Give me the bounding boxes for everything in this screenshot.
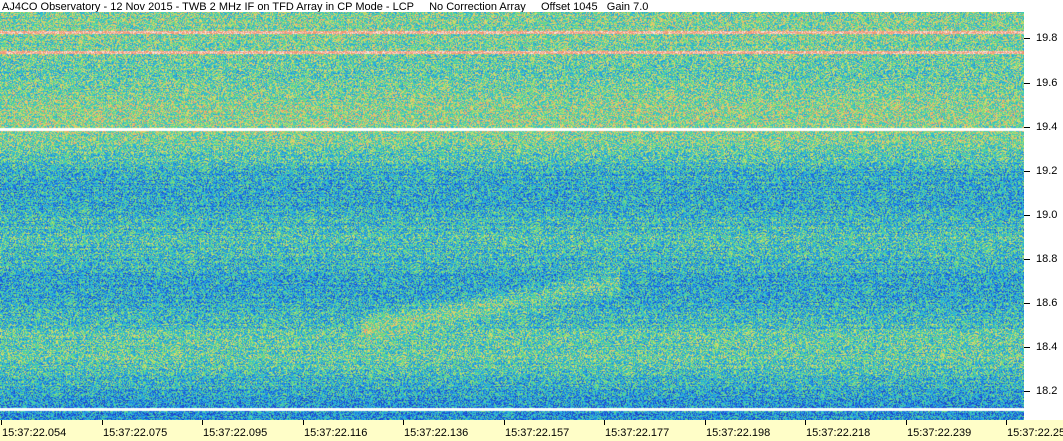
spectrogram-plot <box>0 12 1024 420</box>
x-tick <box>202 420 203 425</box>
x-tick-label: 15:37:22.136 <box>404 427 469 439</box>
y-tick-label: 18.2 <box>1036 385 1058 397</box>
x-tick-label: 15:37:22.218 <box>806 427 871 439</box>
x-tick-label: 15:37:22.075 <box>103 427 168 439</box>
y-tick <box>1024 171 1030 172</box>
x-tick-label: 15:37:22.198 <box>706 427 771 439</box>
x-tick <box>805 420 806 425</box>
x-tick-label: 15:37:22.116 <box>304 427 368 439</box>
y-tick <box>1024 391 1030 392</box>
x-tick <box>906 420 907 425</box>
x-tick <box>1006 420 1007 425</box>
y-tick-label: 19.2 <box>1036 165 1058 177</box>
x-tick <box>604 420 605 425</box>
y-tick-label: 19.6 <box>1036 77 1058 89</box>
y-tick-label: 19.8 <box>1036 32 1058 44</box>
x-tick-label: 15:37:22.177 <box>605 427 670 439</box>
x-tick-label: 15:37:22.157 <box>505 427 570 439</box>
y-tick <box>1024 127 1030 128</box>
y-tick <box>1024 83 1030 84</box>
y-tick <box>1024 347 1030 348</box>
x-tick-label: 15:37:22.054 <box>2 427 67 439</box>
x-tick <box>705 420 706 425</box>
x-tick <box>504 420 505 425</box>
y-tick-label: 18.6 <box>1036 297 1058 309</box>
x-tick <box>1 420 2 425</box>
x-tick <box>303 420 304 425</box>
x-tick-label: 15:37:22.259 <box>1007 427 1063 439</box>
spectrogram-image <box>0 12 1024 420</box>
x-tick <box>403 420 404 425</box>
y-tick <box>1024 38 1030 39</box>
y-tick <box>1024 303 1030 304</box>
y-tick <box>1024 215 1030 216</box>
y-tick-label: 19.0 <box>1036 209 1058 221</box>
y-tick-label: 19.4 <box>1036 121 1058 133</box>
x-tick-label: 15:37:22.239 <box>907 427 972 439</box>
y-tick-label: 18.4 <box>1036 341 1058 353</box>
x-tick <box>102 420 103 425</box>
y-tick-label: 18.8 <box>1036 253 1058 265</box>
y-tick <box>1024 259 1030 260</box>
x-tick-label: 15:37:22.095 <box>203 427 268 439</box>
